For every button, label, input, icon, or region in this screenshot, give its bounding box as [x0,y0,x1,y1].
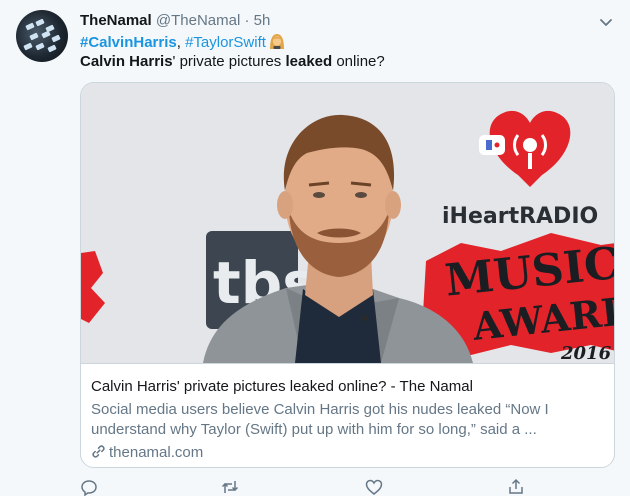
link-icon [91,444,106,459]
hashtag-taylorswift[interactable]: #TaylorSwift [185,34,266,51]
card-description-line1: Social media users believe Calvin Harris… [91,401,549,418]
tweet-header: TheNamal @TheNamal · 5h [80,12,270,30]
iheartradio-text: iHeartRADIO [442,204,598,229]
tweet-text: Calvin Harris' private pictures leaked o… [80,53,385,71]
hashtag-calvinharris[interactable]: #CalvinHarris [80,34,177,51]
hashtag-emoji-icon [268,32,286,50]
card-image[interactable]: tbs iHeartRADIO MUSIC AWARDS 2016 [81,83,614,363]
card-body[interactable]: Calvin Harris' private pictures leaked o… [81,363,614,467]
tweet-text-name: Calvin Harris [80,53,173,70]
hashtag-separator: , [176,34,186,51]
card-title[interactable]: Calvin Harris' private pictures leaked o… [91,377,473,397]
card-domain-text: thenamal.com [109,444,204,461]
display-name[interactable]: TheNamal [80,12,152,29]
link-card[interactable]: tbs iHeartRADIO MUSIC AWARDS 2016 Calvin… [80,82,615,468]
action-bar [80,478,540,496]
retweet-icon[interactable] [221,478,239,496]
tweet-text-end: online? [332,53,385,70]
avatar[interactable] [16,10,68,62]
year-text: 2016 [560,343,612,363]
heart-icon[interactable] [365,478,383,496]
tweet[interactable]: TheNamal @TheNamal · 5h #CalvinHarris, #… [0,0,630,496]
tweet-text-middle: ' private pictures [172,53,286,70]
share-icon[interactable] [507,478,525,496]
separator: · [244,12,250,29]
hashtag-line: #CalvinHarris, #TaylorSwift [80,32,286,52]
tweet-text-bold: leaked [285,53,333,70]
timestamp[interactable]: 5h [254,12,271,29]
card-description-line2: understand why Taylor (Swift) put up wit… [91,421,537,438]
handle[interactable]: @TheNamal [156,12,240,29]
card-description: Social media users believe Calvin Harris… [91,400,606,440]
card-domain[interactable]: thenamal.com [91,443,203,463]
reply-icon[interactable] [80,478,98,496]
chevron-down-icon[interactable] [596,12,616,32]
